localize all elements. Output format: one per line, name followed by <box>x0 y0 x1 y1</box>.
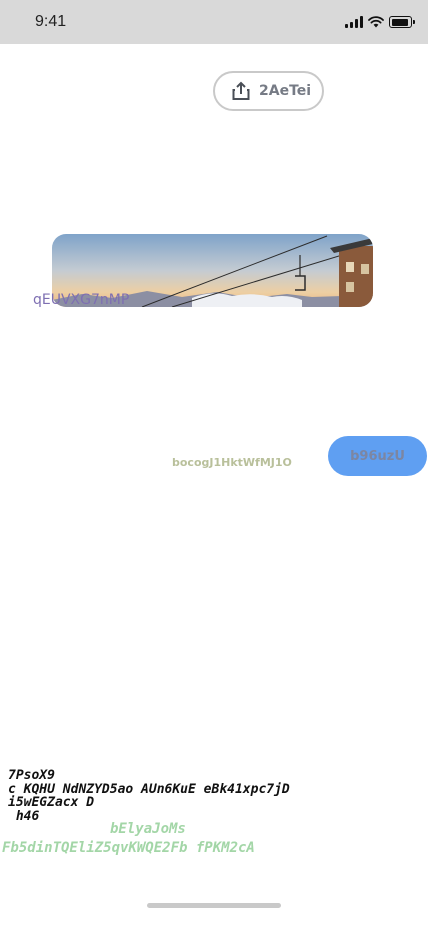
text-line: c KQHU NdNZYD5ao AUn6KuE eBk41xpc7jD <box>8 781 290 797</box>
text-line: i5wEGZacx D <box>8 795 95 810</box>
home-indicator[interactable] <box>147 903 281 908</box>
status-icons <box>345 14 415 30</box>
cellular-signal-icon <box>345 16 363 28</box>
battery-icon <box>389 16 415 28</box>
share-button[interactable]: 2AeTei <box>213 71 324 111</box>
share-button-label: 2AeTei <box>259 83 312 99</box>
share-upload-icon <box>232 81 250 100</box>
status-time: 9:41 <box>35 13 67 30</box>
wifi-icon <box>368 16 384 28</box>
status-bar: 9:41 <box>0 0 428 44</box>
inline-link[interactable]: bocogJ1HktWfMJ1O <box>172 456 292 469</box>
text-line: 7PsoX9 <box>8 768 55 783</box>
action-button[interactable]: b96uzU <box>328 436 427 476</box>
text-block: 7PsoX9 c KQHU NdNZYD5ao AUn6KuE eBk41xpc7… <box>8 769 290 823</box>
action-button-label: b96uzU <box>350 448 405 464</box>
photo-caption: qEUVXG7nMP <box>33 292 130 308</box>
green-text-line: Fb5dinTQEliZ5qvKWQE2Fb fPKM2cA <box>2 840 255 856</box>
green-title: bElyaJoMs <box>110 821 186 837</box>
